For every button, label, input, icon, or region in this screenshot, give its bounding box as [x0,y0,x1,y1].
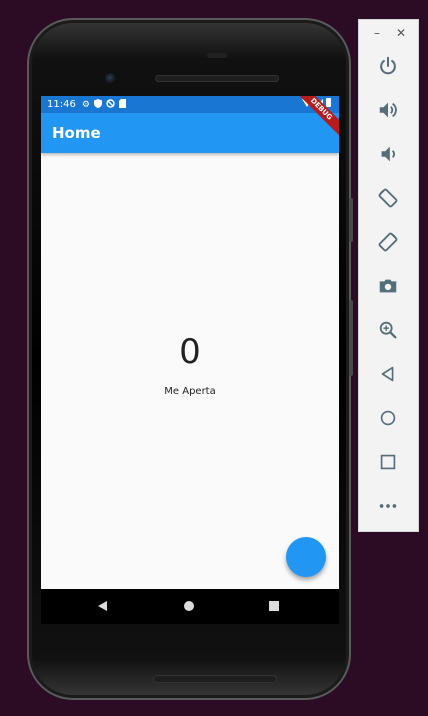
floating-action-button[interactable] [286,537,326,577]
volume-down-icon [381,146,395,162]
close-button[interactable]: ✕ [394,26,408,40]
bottom-speaker [153,675,277,683]
volume-up-icon [379,102,397,118]
no-sync-icon [106,98,115,111]
power-button[interactable] [376,54,400,78]
top-sensor [207,53,227,58]
rotate-right-icon [378,232,398,252]
zoom-button[interactable] [376,318,400,342]
earpiece-speaker [155,75,279,82]
counter-value: 0 [179,332,201,372]
gear-icon: ⚙ [81,99,90,110]
shield-icon [93,98,102,111]
volume-down-button[interactable] [376,142,400,166]
emulator-toolbar: – ✕ [359,20,418,531]
status-time: 11:46 [47,99,76,110]
nav-back-icon[interactable] [98,601,107,611]
side-button-power[interactable] [349,198,353,242]
rotate-left-button[interactable] [376,186,400,210]
home-circle-icon [380,410,396,426]
more-button[interactable] [376,494,400,518]
side-button-volume[interactable] [349,300,353,376]
back-triangle-icon [381,366,394,382]
minimize-button[interactable]: – [370,26,384,40]
zoom-in-icon [379,321,397,339]
page-title: Home [52,124,101,142]
overview-square-icon [380,454,396,470]
battery-icon [326,98,331,107]
nav-home-icon[interactable] [184,601,194,611]
volume-up-button[interactable] [376,98,400,122]
device-screen: 11:46 ⚙ DEBUG Home 0 Me Aperta [41,96,339,589]
back-button[interactable] [376,362,400,386]
more-dots-icon [379,504,397,508]
front-camera [105,73,117,85]
counter-caption: Me Aperta [164,386,216,397]
rotate-left-icon [378,188,398,208]
camera-icon [379,279,397,293]
status-bar: 11:46 ⚙ [41,96,339,113]
app-bar: Home [41,113,339,153]
nav-recents-icon[interactable] [269,601,279,611]
sd-card-icon [118,98,126,111]
system-nav-bar [41,589,339,624]
overview-button[interactable] [376,450,400,474]
screenshot-button[interactable] [376,274,400,298]
rotate-right-button[interactable] [376,230,400,254]
power-icon [380,56,396,75]
home-button[interactable] [376,406,400,430]
